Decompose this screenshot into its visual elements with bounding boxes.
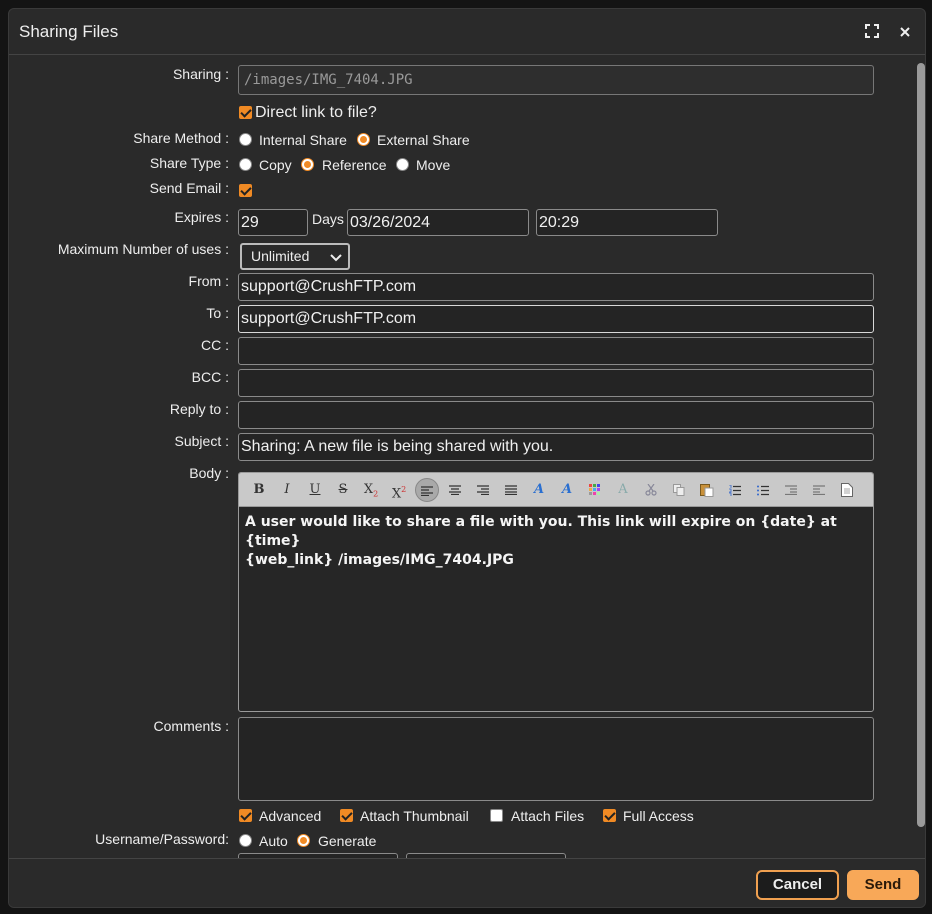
external-share-radio[interactable] (357, 133, 370, 146)
move-radio[interactable] (396, 158, 409, 171)
max-uses-value: Unlimited (251, 248, 310, 264)
cut-icon[interactable] (639, 478, 663, 502)
reply-to-field[interactable] (238, 401, 874, 429)
indent-icon[interactable] (807, 478, 831, 502)
chevron-down-icon (330, 248, 342, 270)
body-line: {web_link} /images/IMG_7404.JPG (245, 552, 514, 568)
advanced-label: Advanced (259, 808, 322, 824)
ordered-list-icon[interactable] (723, 478, 747, 502)
to-label: To : (206, 305, 229, 321)
copy-icon[interactable] (667, 478, 691, 502)
to-field[interactable]: support@CrushFTP.com (238, 305, 874, 333)
bold-icon[interactable]: B (247, 478, 271, 502)
body-label: Body : (189, 465, 229, 481)
editor-toolbar: B I U S X2 X2 A A A (239, 473, 873, 507)
dialog-title: Sharing Files (19, 22, 119, 41)
italic-icon[interactable]: I (275, 478, 299, 502)
dialog-content: Sharing : /images/IMG_7404.JPG Direct li… (9, 56, 925, 858)
from-field[interactable]: support@CrushFTP.com (238, 273, 874, 301)
subject-label: Subject : (174, 433, 229, 449)
subscript-icon[interactable]: X2 (359, 478, 383, 502)
underline-icon[interactable]: U (303, 478, 327, 502)
cc-field[interactable] (238, 337, 874, 365)
expires-label: Expires : (174, 209, 229, 225)
copy-label: Copy (259, 157, 292, 173)
days-label: Days (312, 211, 344, 227)
share-method-label: Share Method : (133, 130, 229, 146)
auto-radio[interactable] (239, 834, 252, 847)
color-picker-icon[interactable] (583, 478, 607, 502)
attach-thumbnail-label: Attach Thumbnail (360, 808, 469, 824)
comments-textarea[interactable] (238, 717, 874, 801)
remove-format-icon[interactable]: A (611, 478, 635, 502)
internal-share-radio[interactable] (239, 133, 252, 146)
text-color-icon[interactable]: A (527, 478, 551, 502)
cc-label: CC : (201, 337, 229, 353)
align-left-icon[interactable] (415, 478, 439, 502)
direct-link-checkbox[interactable] (239, 106, 252, 119)
reply-to-label: Reply to : (169, 401, 229, 417)
external-share-label: External Share (377, 132, 470, 148)
advanced-checkbox[interactable] (239, 809, 252, 822)
body-editor[interactable]: B I U S X2 X2 A A A A user would like to… (238, 472, 874, 712)
paste-icon[interactable] (695, 478, 719, 502)
bcc-label: BCC : (191, 369, 229, 385)
share-type-label: Share Type : (149, 155, 229, 171)
unordered-list-icon[interactable] (751, 478, 775, 502)
source-icon[interactable] (835, 478, 859, 502)
sharing-files-dialog: Sharing Files Sharing : /images/IMG_7404… (8, 8, 926, 908)
auto-label: Auto (259, 833, 288, 849)
full-access-checkbox[interactable] (603, 809, 616, 822)
strikethrough-icon[interactable]: S (331, 478, 355, 502)
generate-label: Generate (318, 833, 377, 849)
scrollbar-thumb[interactable] (917, 63, 925, 827)
dialog-titlebar: Sharing Files (9, 9, 925, 55)
expires-days-input[interactable]: 29 (238, 209, 308, 236)
superscript-icon[interactable]: X2 (387, 478, 411, 502)
generate-radio[interactable] (297, 834, 310, 847)
subject-field[interactable]: Sharing: A new file is being shared with… (238, 433, 874, 461)
full-access-label: Full Access (623, 808, 694, 824)
bcc-field[interactable] (238, 369, 874, 397)
send-button[interactable]: Send (847, 870, 919, 900)
background-color-icon[interactable]: A (555, 478, 579, 502)
body-content[interactable]: A user would like to share a file with y… (239, 507, 873, 576)
cancel-button[interactable]: Cancel (756, 870, 839, 900)
attach-files-label: Attach Files (511, 808, 585, 824)
attach-files-checkbox[interactable] (490, 809, 503, 822)
sharing-path-field: /images/IMG_7404.JPG (238, 65, 874, 95)
internal-share-label: Internal Share (259, 132, 347, 148)
copy-radio[interactable] (239, 158, 252, 171)
expires-date-input[interactable]: 03/26/2024 (347, 209, 529, 236)
scrollbar[interactable] (915, 58, 925, 858)
align-justify-icon[interactable] (499, 478, 523, 502)
from-label: From : (188, 273, 229, 289)
maximize-icon[interactable] (864, 23, 882, 41)
body-line: A user would like to share a file with y… (245, 514, 837, 549)
username-password-label: Username/Password: (95, 831, 229, 847)
max-uses-select[interactable]: Unlimited (240, 243, 350, 270)
direct-link-label: Direct link to file? (255, 104, 377, 121)
sharing-label: Sharing : (172, 66, 229, 82)
close-icon[interactable] (898, 23, 916, 41)
send-email-label: Send Email : (149, 180, 229, 196)
align-center-icon[interactable] (443, 478, 467, 502)
comments-label: Comments : (153, 718, 229, 734)
expires-time-input[interactable]: 20:29 (536, 209, 718, 236)
reference-label: Reference (322, 157, 387, 173)
dialog-footer: Cancel Send (9, 858, 925, 907)
outdent-icon[interactable] (779, 478, 803, 502)
send-email-checkbox[interactable] (239, 184, 252, 197)
attach-thumbnail-checkbox[interactable] (340, 809, 353, 822)
move-label: Move (416, 157, 451, 173)
reference-radio[interactable] (301, 158, 314, 171)
max-uses-label: Maximum Number of uses : (57, 241, 229, 257)
align-right-icon[interactable] (471, 478, 495, 502)
